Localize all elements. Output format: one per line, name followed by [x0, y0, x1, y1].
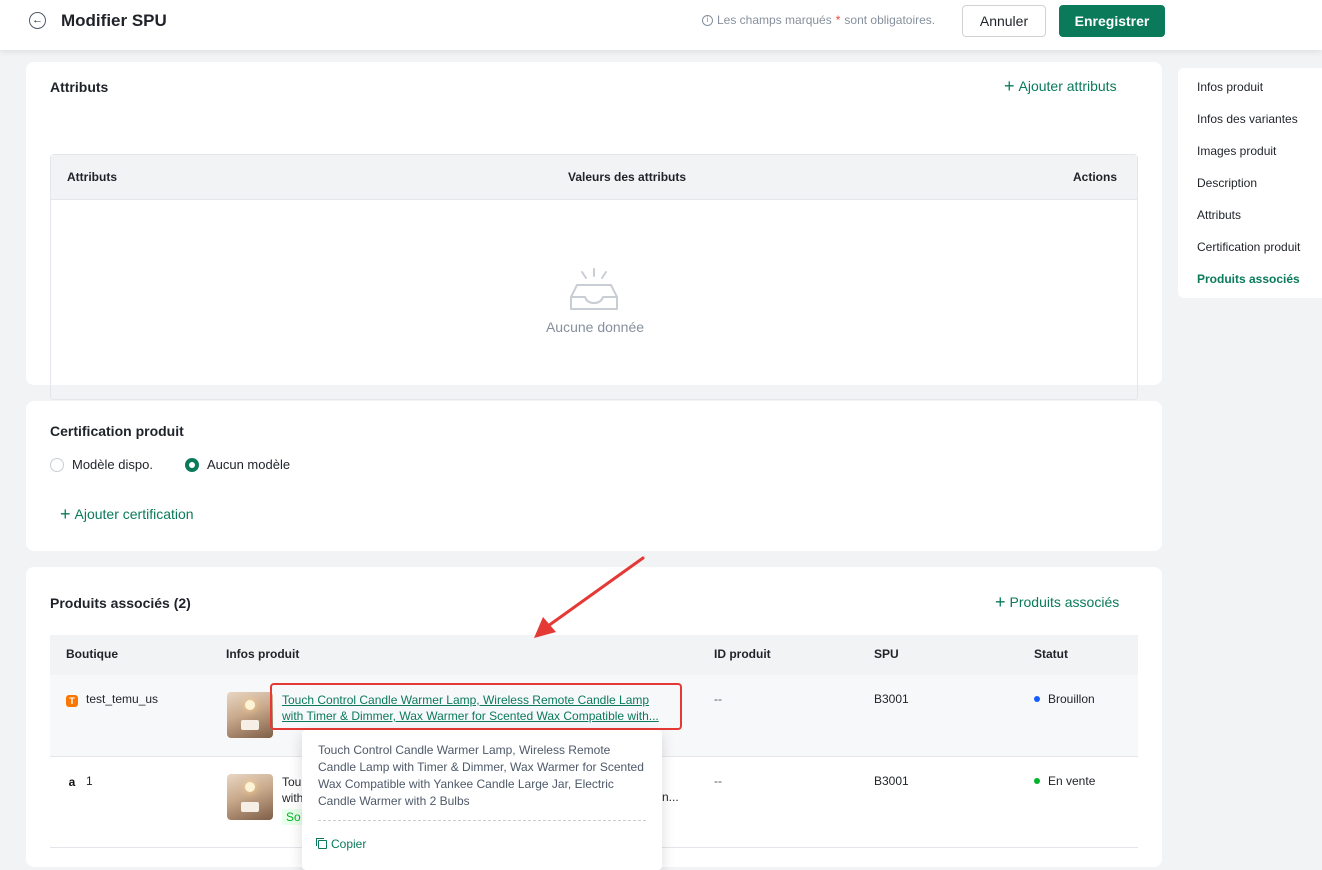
- highlight-box: [270, 683, 682, 730]
- empty-inbox-icon: [570, 268, 618, 310]
- status-cell: En vente: [1034, 774, 1095, 788]
- radio-no-model[interactable]: [184, 457, 199, 472]
- info-icon: i: [702, 14, 713, 26]
- save-button[interactable]: Enregistrer: [1059, 5, 1165, 37]
- add-attributes-button[interactable]: + Ajouter attributs: [1004, 77, 1117, 95]
- product-title-tooltip: Touch Control Candle Warmer Lamp, Wirele…: [302, 730, 662, 870]
- product-title-tail: n...: [662, 790, 679, 804]
- shop-name: 1: [86, 774, 93, 788]
- top-bar: ← Modifier SPU i Les champs marqués * so…: [0, 0, 1322, 50]
- attributes-title: Attributs: [50, 79, 109, 95]
- shop-cell: Ttest_temu_us: [66, 692, 158, 707]
- attributes-table-header: Attributs Valeurs des attributs Actions: [51, 155, 1137, 200]
- column-header: Statut: [1034, 647, 1068, 661]
- associated-table-header: Boutique Infos produit ID produit SPU St…: [50, 635, 1138, 675]
- column-header: Attributs: [67, 170, 117, 184]
- temu-icon: T: [66, 695, 78, 707]
- cancel-button[interactable]: Annuler: [962, 5, 1046, 37]
- certification-options: Modèle dispo. Aucun modèle: [50, 457, 290, 472]
- product-title-partial[interactable]: Tou with: [282, 774, 303, 806]
- add-attributes-label: Ajouter attributs: [1018, 78, 1117, 94]
- anchor-item-variant-info[interactable]: Infos des variantes: [1197, 112, 1298, 126]
- add-associated-label: Produits associés: [1009, 594, 1120, 610]
- page-title: Modifier SPU: [61, 11, 167, 30]
- product-title-line: with: [282, 791, 304, 805]
- product-thumbnail[interactable]: [227, 774, 273, 820]
- product-thumbnail[interactable]: [227, 692, 273, 738]
- column-header: Boutique: [66, 647, 118, 661]
- column-header: Infos produit: [226, 647, 300, 661]
- column-header: Valeurs des attributs: [568, 170, 687, 184]
- column-header: ID produit: [714, 647, 771, 661]
- anchor-item-product-info[interactable]: Infos produit: [1197, 80, 1263, 94]
- status-dot: [1034, 778, 1040, 784]
- status-cell: Brouillon: [1034, 692, 1095, 706]
- attributes-table: Attributs Valeurs des attributs Actions …: [50, 154, 1138, 400]
- status-text: En vente: [1048, 774, 1096, 788]
- product-id: --: [714, 774, 722, 788]
- required-star: *: [835, 13, 841, 27]
- copy-label: Copier: [331, 837, 367, 851]
- hint-prefix: Les champs marqués: [717, 13, 832, 27]
- shop-cell: a1: [66, 774, 93, 789]
- anchor-item-associated-products[interactable]: Produits associés: [1197, 272, 1300, 286]
- tooltip-divider: [318, 820, 646, 821]
- product-id: --: [714, 692, 722, 706]
- status-text: Brouillon: [1048, 692, 1095, 706]
- column-header: Actions: [1073, 170, 1118, 184]
- anchor-item-certification[interactable]: Certification produit: [1197, 240, 1300, 254]
- radio-label: Modèle dispo.: [72, 457, 153, 472]
- tooltip-text: Touch Control Candle Warmer Lamp, Wirele…: [318, 743, 644, 808]
- radio-label: Aucun modèle: [206, 457, 291, 472]
- column-header: SPU: [874, 647, 899, 661]
- associated-title: Produits associés (2): [50, 595, 191, 611]
- product-title-line: Tou: [282, 775, 302, 789]
- plus-icon: +: [1004, 76, 1015, 96]
- anchor-nav: Infos produit Infos des variantes Images…: [1178, 68, 1322, 298]
- copy-button[interactable]: Copier: [316, 837, 646, 851]
- add-certification-button[interactable]: + Ajouter certification: [60, 505, 194, 523]
- radio-model-available[interactable]: [50, 457, 64, 472]
- spu-value: B3001: [874, 692, 909, 706]
- hint-suffix: sont obligatoires.: [844, 13, 936, 27]
- add-certification-label: Ajouter certification: [74, 506, 194, 522]
- plus-icon: +: [60, 504, 71, 524]
- shop-name: test_temu_us: [86, 692, 159, 706]
- required-hint: i Les champs marqués * sont obligatoires…: [702, 13, 935, 27]
- copy-icon: [316, 837, 327, 849]
- plus-icon: +: [995, 592, 1006, 612]
- certification-card: Certification produit Modèle dispo. Aucu…: [26, 401, 1162, 551]
- anchor-item-attributes[interactable]: Attributs: [1197, 208, 1241, 222]
- status-dot: [1034, 696, 1040, 702]
- empty-text: Aucune donnée: [545, 319, 645, 335]
- anchor-item-description[interactable]: Description: [1197, 176, 1257, 190]
- amazon-icon: a: [68, 775, 76, 789]
- certification-title: Certification produit: [50, 423, 184, 439]
- arrow-left-icon[interactable]: ←: [29, 12, 46, 29]
- attributes-card: Attributs + Ajouter attributs Attributs …: [26, 62, 1162, 400]
- anchor-item-product-images[interactable]: Images produit: [1197, 144, 1276, 158]
- add-associated-button[interactable]: + Produits associés: [995, 593, 1119, 611]
- spu-value: B3001: [874, 774, 909, 788]
